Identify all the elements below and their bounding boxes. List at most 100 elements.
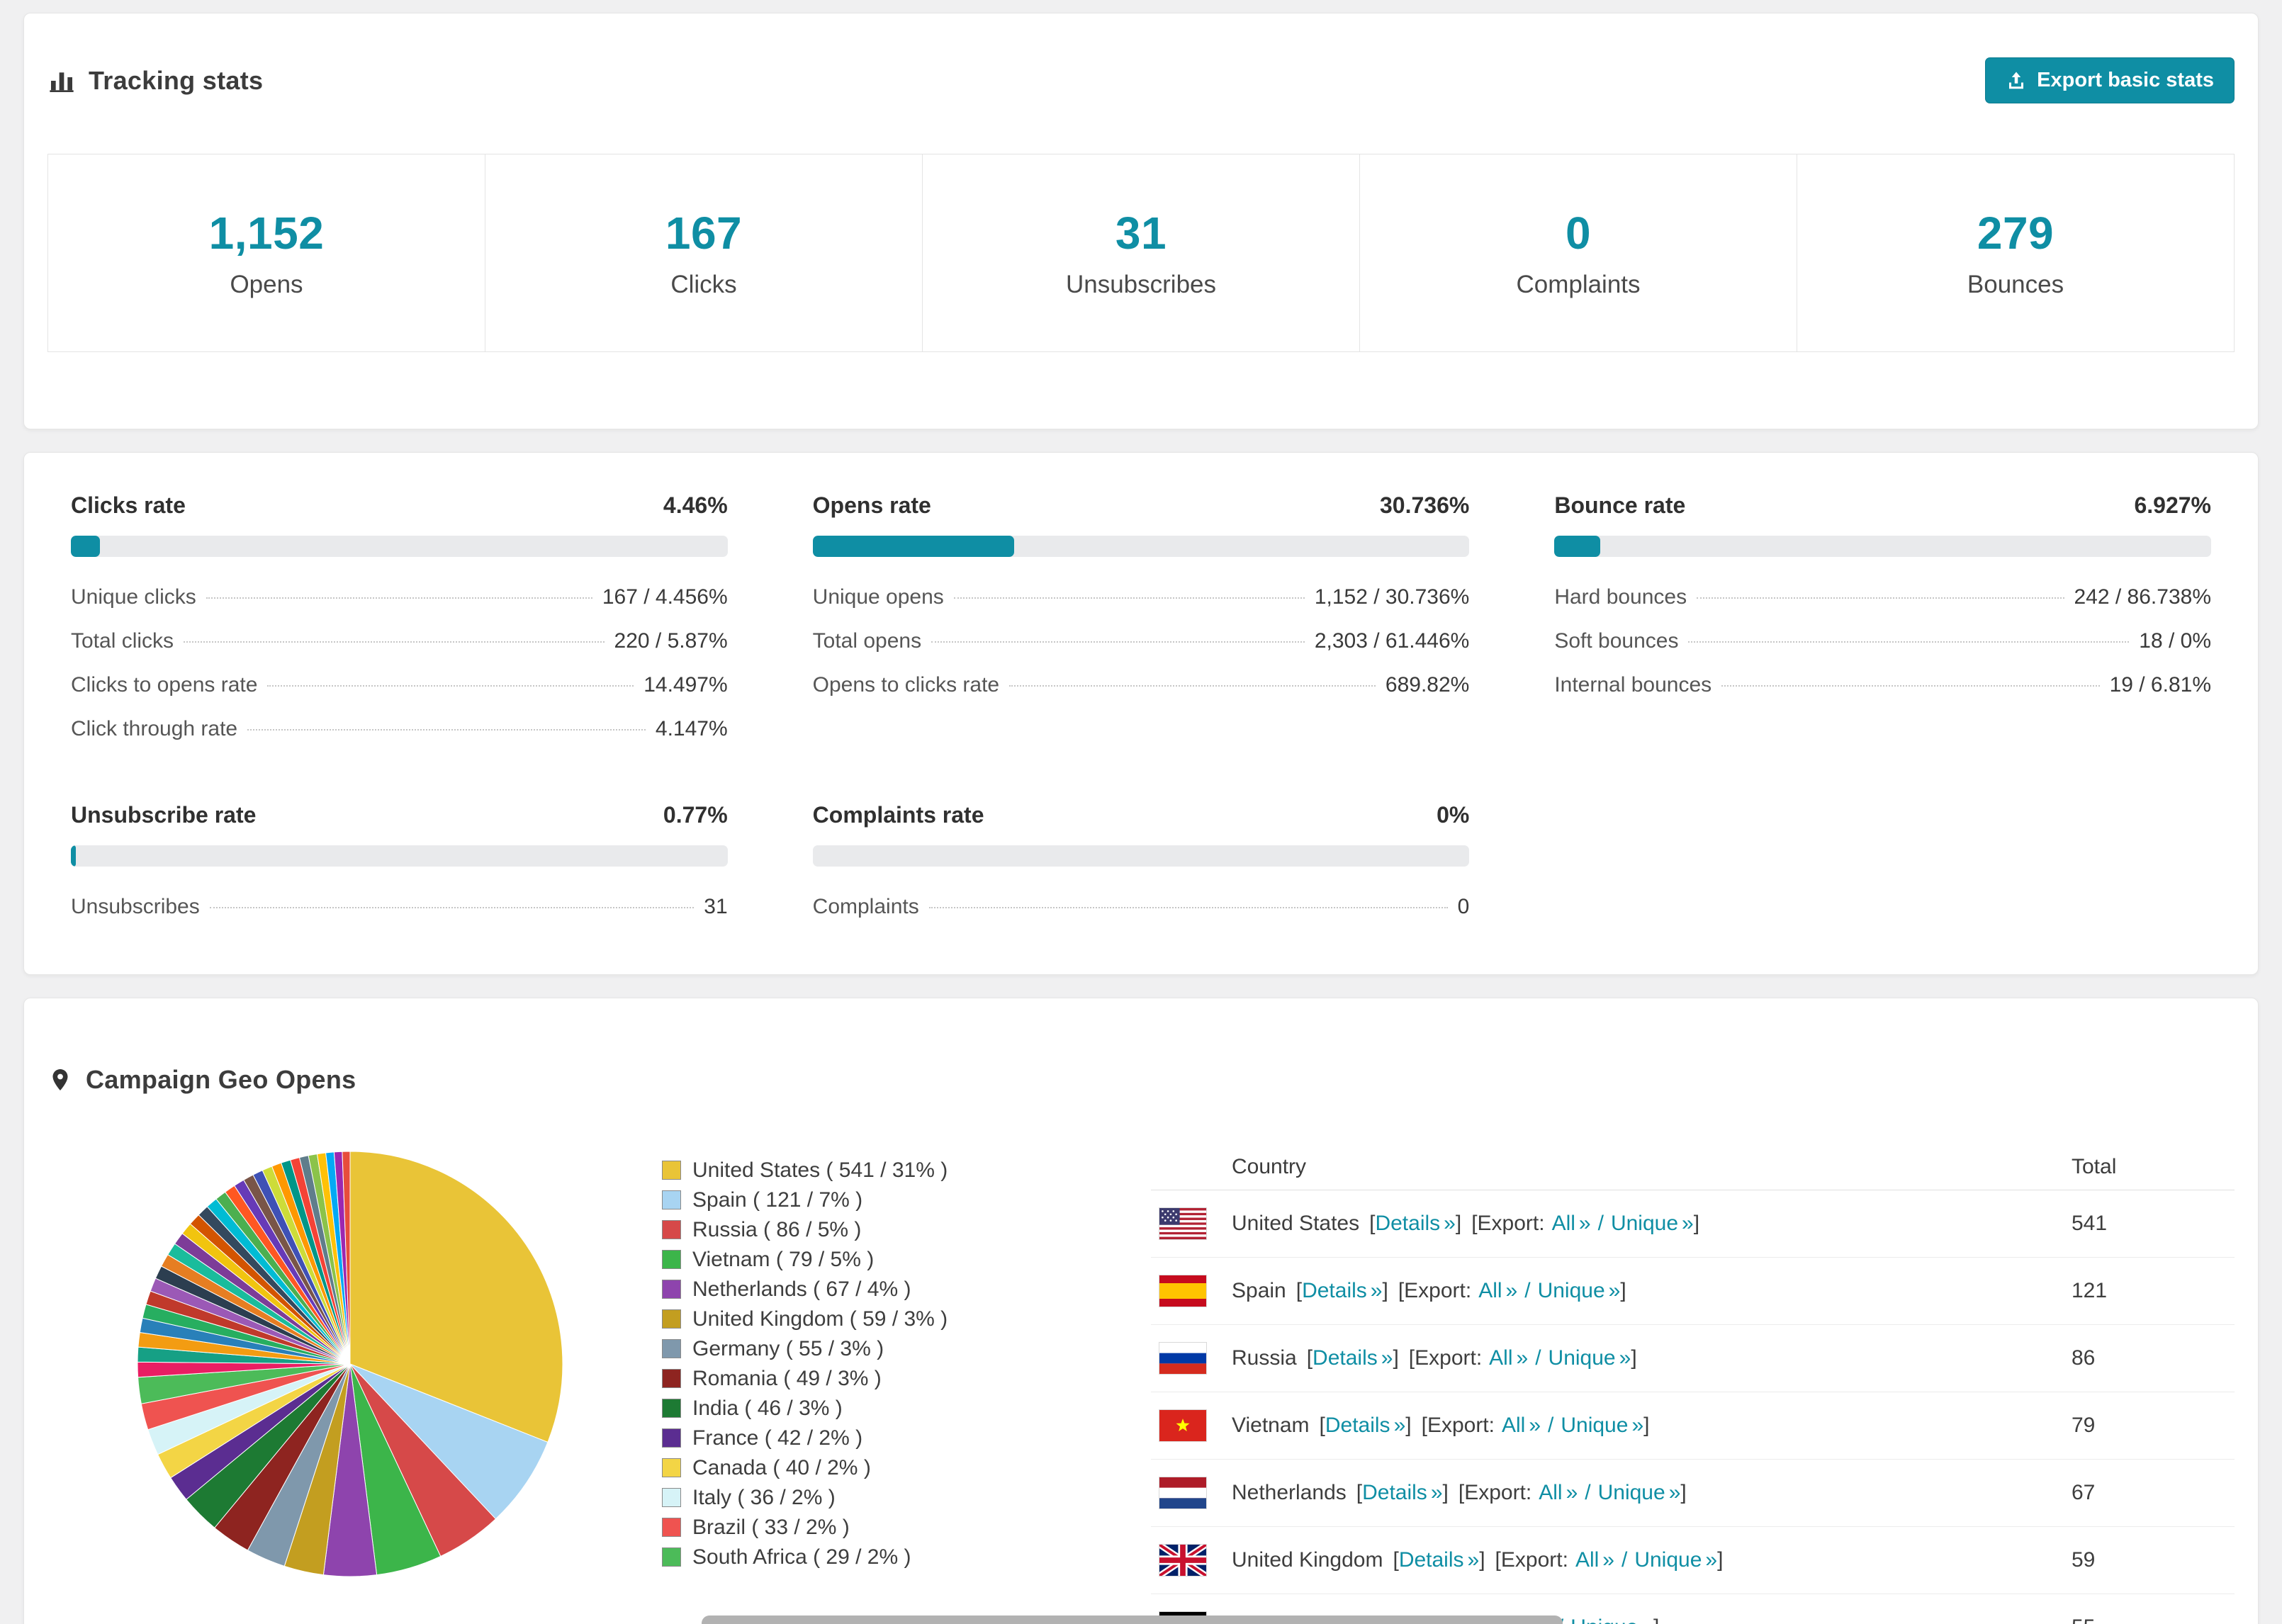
legend-swatch xyxy=(662,1190,681,1209)
dotted-leader xyxy=(209,906,695,908)
details-link[interactable]: Details» xyxy=(1325,1414,1405,1437)
bracket: [ xyxy=(1398,1278,1405,1302)
details-link[interactable]: Details» xyxy=(1399,1548,1479,1572)
country-total: 86 xyxy=(2072,1346,2096,1370)
export-unique-link[interactable]: Unique» xyxy=(1634,1548,1717,1572)
export-unique-link[interactable]: Unique» xyxy=(1538,1279,1621,1302)
details-link[interactable]: Details» xyxy=(1302,1279,1382,1302)
country-cell: United States [Details»] [Export: All» / Uniq… xyxy=(1151,1207,2072,1239)
legend-swatch xyxy=(662,1250,681,1269)
geo-table-row: Vietnam [Details»] [Export: All» / Unique»] 79 xyxy=(1151,1392,2235,1460)
opens-rate-block: Opens rate 30.736% Unique opens 1,152 / 3… xyxy=(812,492,1470,751)
export-label: Export: xyxy=(1477,1211,1545,1235)
export-all-link[interactable]: All» xyxy=(1502,1414,1541,1437)
legend-swatch xyxy=(662,1339,681,1358)
metric-label: Total opens xyxy=(812,628,922,653)
details-link[interactable]: Details» xyxy=(1313,1346,1393,1370)
export-unique-link[interactable]: Unique» xyxy=(1598,1481,1681,1504)
export-basic-stats-button[interactable]: Export basic stats xyxy=(1985,57,2235,104)
legend-label: United Kingdom ( 59 / 3% ) xyxy=(692,1307,948,1331)
metric-value: 689.82% xyxy=(1385,672,1470,697)
metric-value: 18 / 0% xyxy=(2139,628,2211,653)
dotted-leader xyxy=(1721,684,2100,687)
nl-flag-icon xyxy=(1159,1477,1206,1509)
legend-item: United States ( 541 / 31% ) xyxy=(662,1156,1045,1185)
bracket: ] xyxy=(1442,1480,1449,1504)
us-flag-icon xyxy=(1159,1207,1206,1239)
geo-table-row: Spain [Details»] [Export: All» / Unique»] 121 xyxy=(1151,1258,2235,1325)
export-all-link[interactable]: All» xyxy=(1552,1212,1591,1235)
legend-swatch xyxy=(662,1518,681,1537)
metric-label: Unique opens xyxy=(812,585,944,609)
unsubscribe-rate-block: Unsubscribe rate 0.77% Unsubscribes 31 xyxy=(71,802,728,929)
legend-item: Italy ( 36 / 2% ) xyxy=(662,1483,1045,1513)
stat-box-bounces: 279 Bounces xyxy=(1797,154,2234,351)
opens-rate-percent: 30.736% xyxy=(1380,492,1470,518)
country-total: 67 xyxy=(2072,1480,2096,1504)
bracket: [ xyxy=(1319,1413,1325,1437)
legend-swatch xyxy=(662,1547,681,1567)
bracket: [ xyxy=(1356,1480,1363,1504)
slash: / xyxy=(1524,1278,1531,1302)
details-link[interactable]: Details» xyxy=(1362,1481,1442,1504)
bracket: [ xyxy=(1295,1278,1303,1302)
bracket: ] xyxy=(1620,1278,1626,1302)
metric-label: Clicks to opens rate xyxy=(71,672,258,697)
geo-table-row: Russia [Details»] [Export: All» / Unique»] 86 xyxy=(1151,1325,2235,1392)
export-unique-link[interactable]: Unique» xyxy=(1611,1212,1694,1235)
geo-table-row: United States [Details»] [Export: All» / Uniq… xyxy=(1151,1190,2235,1258)
geo-opens-title: Campaign Geo Opens xyxy=(86,1064,356,1094)
export-all-link[interactable]: All» xyxy=(1575,1548,1614,1572)
bracket: ] xyxy=(1382,1278,1388,1302)
complaints-count: 0 xyxy=(1565,207,1592,259)
geo-legend: United States ( 541 / 31% ) Spain ( 121 … xyxy=(662,1156,1045,1572)
bracket: [ xyxy=(1408,1346,1415,1370)
export-all-link[interactable]: All» xyxy=(1489,1346,1528,1370)
country-total: 121 xyxy=(2072,1278,2108,1302)
bracket: ] xyxy=(1455,1211,1462,1235)
metric-value: 4.147% xyxy=(655,716,728,740)
details-link[interactable]: Details» xyxy=(1375,1212,1455,1235)
metric-value: 2,303 / 61.446% xyxy=(1314,628,1470,653)
country-name: Spain xyxy=(1232,1278,1286,1302)
country-total: 79 xyxy=(2072,1413,2096,1437)
legend-label: Italy ( 36 / 2% ) xyxy=(692,1485,836,1509)
slash: / xyxy=(1597,1211,1604,1235)
legend-label: Spain ( 121 / 7% ) xyxy=(692,1188,863,1212)
metric-value: 19 / 6.81% xyxy=(2109,672,2211,697)
country-header: Country xyxy=(1232,1154,1307,1178)
clicks-rate-percent: 4.46% xyxy=(663,492,728,518)
metric-label: Soft bounces xyxy=(1554,628,1679,653)
export-unique-link[interactable]: Unique» xyxy=(1548,1346,1631,1370)
horizontal-scrollbar-thumb[interactable] xyxy=(702,1615,1563,1624)
dotted-leader xyxy=(184,641,605,643)
unsubscribes-count: 31 xyxy=(1115,207,1167,259)
country-name: Netherlands xyxy=(1232,1480,1347,1504)
unsubscribe-rate-percent: 0.77% xyxy=(663,801,728,828)
export-unique-link[interactable]: Unique» xyxy=(1561,1414,1643,1437)
ru-flag-icon xyxy=(1159,1342,1206,1374)
opens-rate-bar xyxy=(812,535,1470,557)
legend-label: Romania ( 49 / 3% ) xyxy=(692,1366,882,1390)
bounce-rate-title: Bounce rate xyxy=(1554,492,1686,518)
vn-flag-icon xyxy=(1159,1409,1206,1441)
metric-value: 31 xyxy=(704,894,728,918)
country-name: Vietnam xyxy=(1232,1413,1310,1437)
gb-flag-icon xyxy=(1159,1544,1206,1576)
country-name: United States xyxy=(1232,1211,1360,1235)
country-total: 55 xyxy=(2072,1615,2235,1624)
export-all-link[interactable]: All» xyxy=(1539,1481,1578,1504)
export-unique-link[interactable]: Unique» xyxy=(1570,1615,1653,1624)
bracket: ] xyxy=(1405,1413,1412,1437)
export-all-link[interactable]: All» xyxy=(1478,1279,1517,1302)
country-cell: Netherlands [Details»] [Export: All» / Unique… xyxy=(1151,1477,2072,1509)
dotted-leader xyxy=(247,728,646,731)
metric-value: 220 / 5.87% xyxy=(614,628,728,653)
bracket: [ xyxy=(1421,1413,1427,1437)
complaints-rate-percent: 0% xyxy=(1437,801,1470,828)
complaints-rate-block: Complaints rate 0% Complaints 0 xyxy=(812,801,1470,929)
legend-label: Vietnam ( 79 / 5% ) xyxy=(692,1247,875,1271)
opens-label: Opens xyxy=(230,270,303,298)
campaign-geo-opens-card: Campaign Geo Opens United States ( 541 /… xyxy=(23,997,2259,1624)
stat-box-unsubscribes: 31 Unsubscribes xyxy=(922,154,1359,351)
